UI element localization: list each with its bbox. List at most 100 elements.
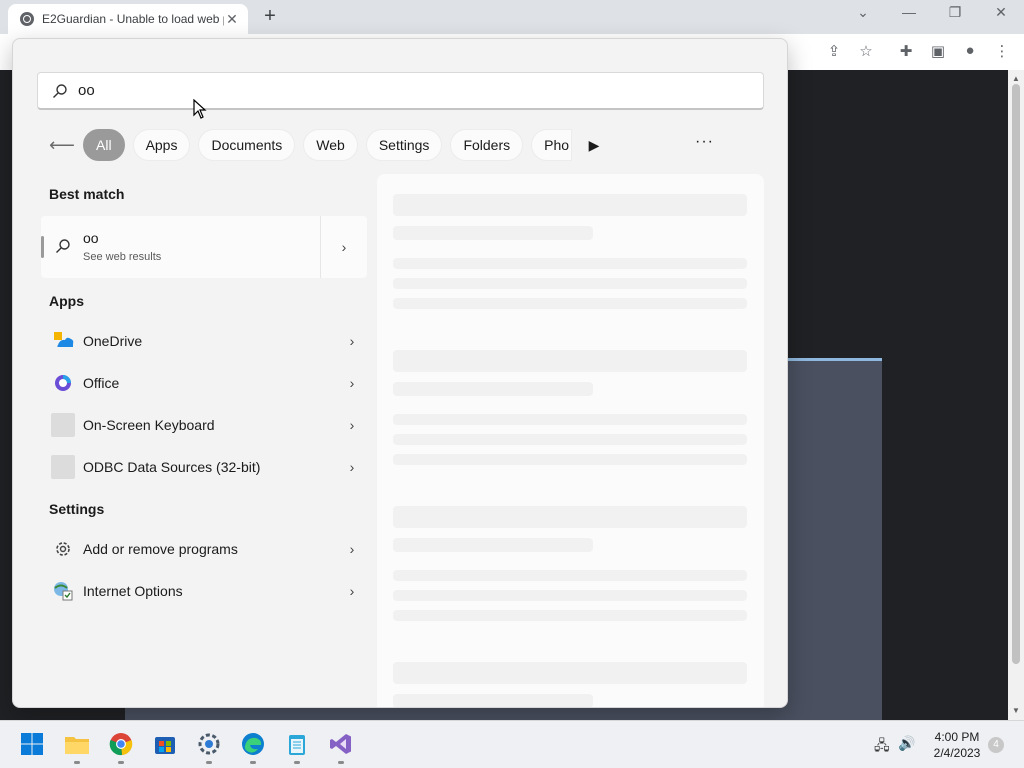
- app-item-on-screen-keyboard[interactable]: On-Screen Keyboard ›: [41, 405, 367, 445]
- more-options-button[interactable]: ···: [695, 133, 714, 151]
- settings-item-label: Internet Options: [83, 583, 183, 599]
- notepad-icon[interactable]: [283, 730, 311, 758]
- skeleton-bar: [393, 278, 747, 289]
- skeleton-bar: [393, 694, 593, 707]
- extensions-icon[interactable]: ✚: [896, 42, 916, 60]
- microsoft-store-icon[interactable]: [151, 730, 179, 758]
- app-item-onedrive[interactable]: OneDrive ›: [41, 321, 367, 361]
- skeleton-bar: [393, 506, 747, 528]
- page-scrollbar[interactable]: ▲ ▼: [1008, 70, 1024, 720]
- app-item-label: ODBC Data Sources (32-bit): [83, 459, 261, 475]
- scroll-up-arrow-icon[interactable]: ▲: [1012, 74, 1020, 83]
- skeleton-bar: [393, 538, 593, 552]
- skeleton-bar: [393, 454, 747, 465]
- keyboard-icon: [51, 413, 75, 437]
- scroll-filters-right-icon[interactable]: ▶: [582, 137, 606, 154]
- skeleton-bar: [393, 590, 747, 601]
- search-icon: [56, 239, 70, 253]
- search-icon: [53, 83, 67, 98]
- menu-icon[interactable]: ⋮: [992, 42, 1012, 60]
- best-match-main[interactable]: oo See web results: [41, 216, 319, 278]
- browser-tabstrip: E2Guardian - Unable to load web page ✕ +…: [0, 0, 1024, 34]
- minimize-button[interactable]: —: [894, 4, 924, 20]
- settings-item-internet-options[interactable]: Internet Options ›: [41, 571, 367, 611]
- running-indicator: [74, 761, 80, 764]
- skeleton-bar: [393, 414, 747, 425]
- restore-button[interactable]: ❐: [940, 4, 970, 21]
- notification-badge[interactable]: 4: [988, 737, 1004, 753]
- windows-start-icon[interactable]: [18, 730, 46, 758]
- new-tab-button[interactable]: +: [258, 5, 282, 28]
- visual-studio-icon[interactable]: [327, 730, 355, 758]
- filter-all[interactable]: All: [83, 129, 125, 161]
- best-match-item[interactable]: oo See web results ›: [41, 216, 367, 278]
- settings-icon[interactable]: [195, 730, 223, 758]
- skeleton-bar: [393, 194, 747, 216]
- skeleton-bar: [393, 662, 747, 684]
- skeleton-bar: [393, 570, 747, 581]
- taskbar: 🖧 🔊 4:00 PM 2/4/2023 4: [0, 720, 1024, 768]
- chevron-right-icon[interactable]: ›: [337, 333, 367, 349]
- settings-item-label: Add or remove programs: [83, 541, 238, 557]
- office-icon: [51, 371, 75, 395]
- skeleton-bar: [393, 258, 747, 269]
- chevron-right-icon[interactable]: ›: [337, 583, 367, 599]
- onedrive-icon: [51, 329, 75, 353]
- best-match-heading: Best match: [49, 186, 125, 202]
- chrome-icon[interactable]: [107, 730, 135, 758]
- chevron-right-icon[interactable]: ›: [337, 541, 367, 557]
- browser-tab[interactable]: E2Guardian - Unable to load web page ✕: [8, 4, 248, 34]
- globe-icon: [20, 12, 34, 26]
- running-indicator: [294, 761, 300, 764]
- filter-settings[interactable]: Settings: [365, 129, 443, 161]
- search-filters: ⟵ All Apps Documents Web Settings Folder…: [49, 129, 606, 161]
- tab-search-icon[interactable]: ⌄: [848, 4, 878, 21]
- scroll-down-arrow-icon[interactable]: ▼: [1012, 706, 1020, 715]
- filter-photos[interactable]: Pho: [531, 129, 573, 161]
- filter-apps[interactable]: Apps: [132, 129, 191, 161]
- gear-icon: [51, 537, 75, 561]
- tab-title: E2Guardian - Unable to load web page: [42, 12, 224, 26]
- chevron-right-icon[interactable]: ›: [337, 417, 367, 433]
- chevron-right-icon[interactable]: ›: [337, 459, 367, 475]
- app-item-office[interactable]: Office ›: [41, 363, 367, 403]
- taskbar-clock[interactable]: 4:00 PM 2/4/2023: [926, 729, 988, 761]
- search-panel: ⟵ All Apps Documents Web Settings Folder…: [12, 38, 788, 708]
- network-icon[interactable]: 🖧: [874, 735, 890, 759]
- app-item-odbc[interactable]: ODBC Data Sources (32-bit) ›: [41, 447, 367, 487]
- file-explorer-icon[interactable]: [63, 730, 91, 758]
- clock-date: 2/4/2023: [933, 746, 981, 760]
- bookmark-star-icon[interactable]: ☆: [856, 42, 876, 60]
- skeleton-bar: [393, 350, 747, 372]
- internet-options-icon: [51, 579, 75, 603]
- app-item-label: Office: [83, 375, 120, 391]
- filter-documents[interactable]: Documents: [198, 129, 296, 161]
- close-window-button[interactable]: ✕: [986, 4, 1016, 21]
- apps-heading: Apps: [49, 293, 84, 309]
- share-icon[interactable]: ⇪: [824, 42, 844, 60]
- search-input[interactable]: [78, 82, 678, 99]
- app-item-label: OneDrive: [83, 333, 143, 349]
- skeleton-bar: [393, 382, 593, 396]
- skeleton-bar: [393, 610, 747, 621]
- filter-folders[interactable]: Folders: [450, 129, 524, 161]
- mouse-cursor-icon: [193, 99, 207, 119]
- settings-item-add-remove-programs[interactable]: Add or remove programs ›: [41, 529, 367, 569]
- search-box[interactable]: [37, 72, 764, 110]
- profile-icon[interactable]: ●: [960, 42, 980, 59]
- running-indicator: [206, 761, 212, 764]
- volume-icon[interactable]: 🔊: [898, 735, 915, 752]
- tab-close-icon[interactable]: ✕: [224, 11, 240, 28]
- chevron-right-icon[interactable]: ›: [320, 216, 367, 278]
- clock-time: 4:00 PM: [934, 730, 980, 744]
- back-arrow-icon[interactable]: ⟵: [49, 135, 75, 156]
- edge-icon[interactable]: [239, 730, 267, 758]
- scrollbar-thumb[interactable]: [1012, 84, 1020, 664]
- app-item-label: On-Screen Keyboard: [83, 417, 215, 433]
- chevron-right-icon[interactable]: ›: [337, 375, 367, 391]
- side-panel-icon[interactable]: ▣: [928, 42, 948, 60]
- filter-web[interactable]: Web: [303, 129, 358, 161]
- settings-heading: Settings: [49, 501, 105, 517]
- skeleton-bar: [393, 226, 593, 240]
- skeleton-bar: [393, 298, 747, 309]
